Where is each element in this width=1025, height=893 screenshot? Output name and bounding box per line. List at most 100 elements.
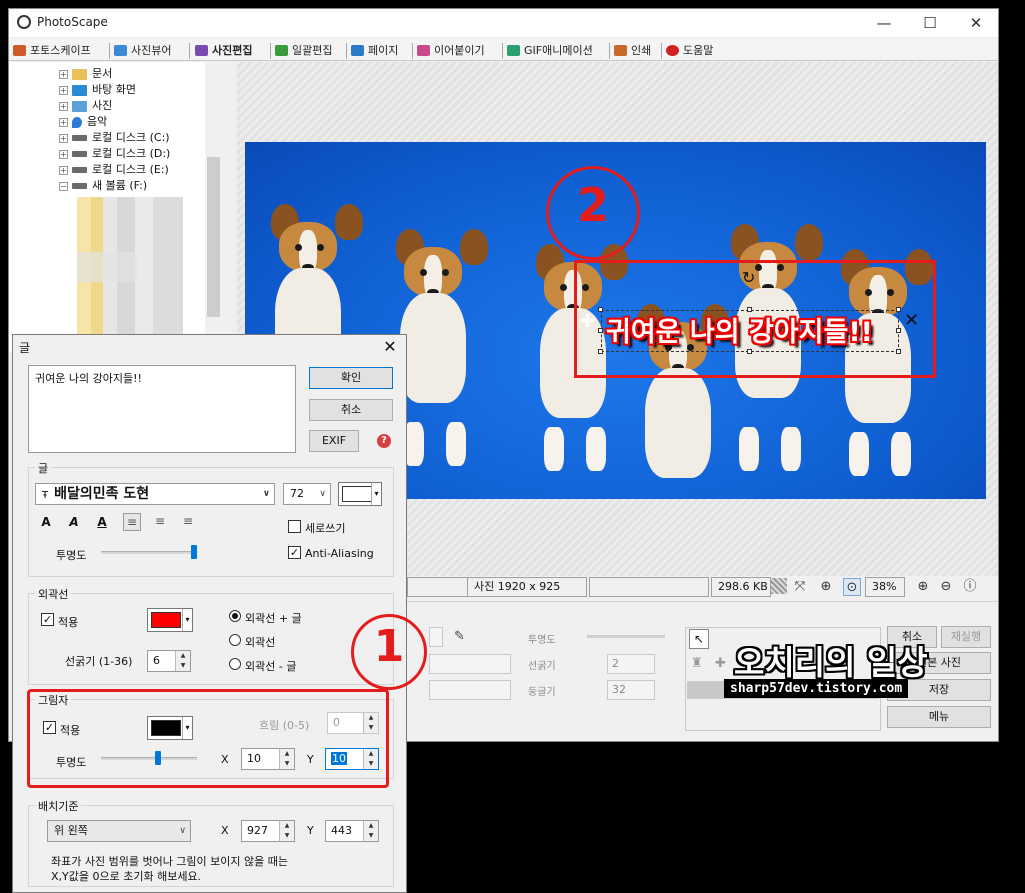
panel-combo-1[interactable] [429, 654, 511, 674]
outline-radio-only[interactable] [229, 634, 241, 646]
outline-radio-minus[interactable] [229, 658, 241, 670]
page-icon [351, 45, 364, 56]
tab-viewer[interactable]: 사진뷰어 [112, 42, 171, 60]
chevron-down-icon: ∨ [262, 489, 270, 499]
tab-photoscape[interactable]: 포토스케이프 [11, 42, 91, 60]
redo-button[interactable]: 재실행 [941, 626, 991, 648]
tab-gif[interactable]: GIF애니메이션 [505, 42, 593, 60]
cancel-button[interactable]: 취소 [309, 399, 393, 421]
outline-legend: 외곽선 [35, 586, 72, 602]
bold-icon[interactable]: A [37, 513, 55, 531]
tree-item-pictures[interactable]: + 사진 [59, 98, 112, 114]
underline-icon[interactable]: A [93, 513, 111, 531]
font-select[interactable]: Ŧ 배달의민족 도현 ∨ [35, 483, 275, 505]
viewer-icon [114, 45, 127, 56]
drive-e-icon [72, 167, 87, 173]
tab-separator [661, 43, 662, 59]
spin-arrows-icon[interactable]: ▲ ▼ [175, 651, 190, 671]
align-left-icon[interactable]: ≡ [123, 513, 141, 531]
spin-arrows-icon[interactable]: ▲ ▼ [363, 821, 378, 841]
expand-icon[interactable]: + [59, 69, 68, 79]
position-y-spin[interactable]: 443 ▲ ▼ [325, 820, 379, 842]
font-size-select[interactable]: 72 ∨ [283, 483, 331, 505]
tree-item-drive-e[interactable]: + 로컬 디스크 (E:) [59, 162, 169, 178]
transparency-icon[interactable] [771, 578, 787, 594]
spin-arrows-icon[interactable]: ▲ ▼ [279, 821, 294, 841]
tab-separator [346, 43, 347, 59]
align-right-icon[interactable]: ≡ [179, 513, 197, 531]
position-x-spin[interactable]: 927 ▲ ▼ [241, 820, 295, 842]
tree-item-desktop[interactable]: + 바탕 화면 [59, 82, 136, 98]
status-empty [589, 577, 709, 597]
menu-button[interactable]: 메뉴 [887, 706, 991, 728]
zoom-fit-icon[interactable]: ⊙ [843, 578, 861, 596]
dialog-close-icon[interactable]: ✕ [380, 337, 400, 356]
expand-icon[interactable]: + [59, 117, 68, 127]
minimize-button[interactable]: — [861, 11, 907, 35]
add-icon[interactable]: ✚ [715, 656, 726, 671]
tree-item-drive-f[interactable]: − 새 볼륨 (F:) [59, 178, 147, 194]
chevron-down-icon: ▾ [182, 609, 192, 631]
file-size-label: 298.6 KB [711, 577, 771, 597]
expand-icon[interactable]: + [59, 85, 68, 95]
zoom-actual-icon[interactable]: ⊕ [817, 578, 835, 596]
anchor-select[interactable]: 위 왼쪽 ∨ [47, 820, 191, 842]
exif-button[interactable]: EXIF [309, 430, 359, 452]
panel-round-spin[interactable]: 32 [607, 680, 655, 700]
text-opacity-slider[interactable] [101, 551, 197, 554]
outline-radio-both[interactable] [229, 610, 241, 622]
collapse-icon[interactable]: − [59, 181, 68, 191]
text-color-swatch [342, 486, 372, 502]
zoom-out-icon[interactable]: ⊖ [937, 578, 955, 596]
expand-icon[interactable]: + [59, 149, 68, 159]
position-x-label: X [221, 824, 229, 837]
tree-item-drive-c[interactable]: + 로컬 디스크 (C:) [59, 130, 170, 146]
drive-f-icon [72, 183, 87, 189]
tree-item-music[interactable]: + 음악 [59, 114, 107, 130]
position-y-label: Y [307, 824, 314, 837]
vertical-text-label: 세로쓰기 [305, 522, 346, 535]
outline-apply-label: 적용 [58, 616, 79, 629]
tab-print[interactable]: 인쇄 [612, 42, 651, 60]
object-icon[interactable]: ♜ [691, 656, 703, 671]
panel-combo-2[interactable] [429, 680, 511, 700]
outline-apply-checkbox[interactable]: ✓ [41, 613, 54, 626]
panel-opacity-slider[interactable] [587, 635, 665, 638]
tree-item-drive-d[interactable]: + 로컬 디스크 (D:) [59, 146, 170, 162]
expand-icon[interactable]: + [59, 101, 68, 111]
outline-width-spin[interactable]: 6 ▲ ▼ [147, 650, 191, 672]
info-icon[interactable]: ⓘ [961, 578, 979, 596]
pointer-icon[interactable]: ↖ [689, 629, 709, 649]
text-opacity-thumb[interactable] [191, 545, 197, 559]
panel-combo-dropdown[interactable] [429, 627, 443, 647]
maximize-button[interactable]: ☐ [907, 11, 953, 35]
tab-combine[interactable]: 이어붙이기 [415, 42, 485, 60]
outline-color-swatch [151, 612, 181, 628]
help-icon[interactable]: ? [377, 434, 391, 448]
tab-editor[interactable]: 사진편집 [193, 42, 252, 60]
text-input[interactable]: 귀여운 나의 강아지들!! [28, 365, 296, 453]
app-logo-icon [17, 15, 31, 29]
tree-scrollbar-thumb[interactable] [207, 157, 220, 317]
eyedropper-icon[interactable]: ✎ [454, 629, 465, 644]
fit-icon[interactable]: ⤧ [791, 578, 809, 596]
zoom-in-icon[interactable]: ⊕ [914, 578, 932, 596]
tab-help[interactable]: 도움말 [664, 42, 713, 60]
tab-page[interactable]: 페이지 [349, 42, 398, 60]
chevron-down-icon: ∨ [179, 826, 186, 836]
italic-icon[interactable]: A [65, 513, 83, 531]
outline-color-picker[interactable]: ▾ [147, 608, 193, 632]
text-color-picker[interactable]: ▾ [338, 482, 382, 506]
align-center-icon[interactable]: ≡ [151, 513, 169, 531]
close-button[interactable]: ✕ [953, 11, 999, 35]
antialias-checkbox[interactable]: ✓ [288, 546, 301, 559]
text-dialog: 글 ✕ 귀여운 나의 강아지들!! 확인 취소 EXIF ? 글 Ŧ 배달의민족 … [12, 334, 407, 893]
ok-button[interactable]: 확인 [309, 367, 393, 389]
vertical-text-checkbox[interactable] [288, 520, 301, 533]
tab-batch[interactable]: 일괄편집 [273, 42, 332, 60]
panel-stroke-spin[interactable]: 2 [607, 654, 655, 674]
outline-radio-only-label: 외곽선 [245, 636, 276, 649]
tree-item-documents[interactable]: + 문서 [59, 66, 112, 82]
expand-icon[interactable]: + [59, 165, 68, 175]
expand-icon[interactable]: + [59, 133, 68, 143]
